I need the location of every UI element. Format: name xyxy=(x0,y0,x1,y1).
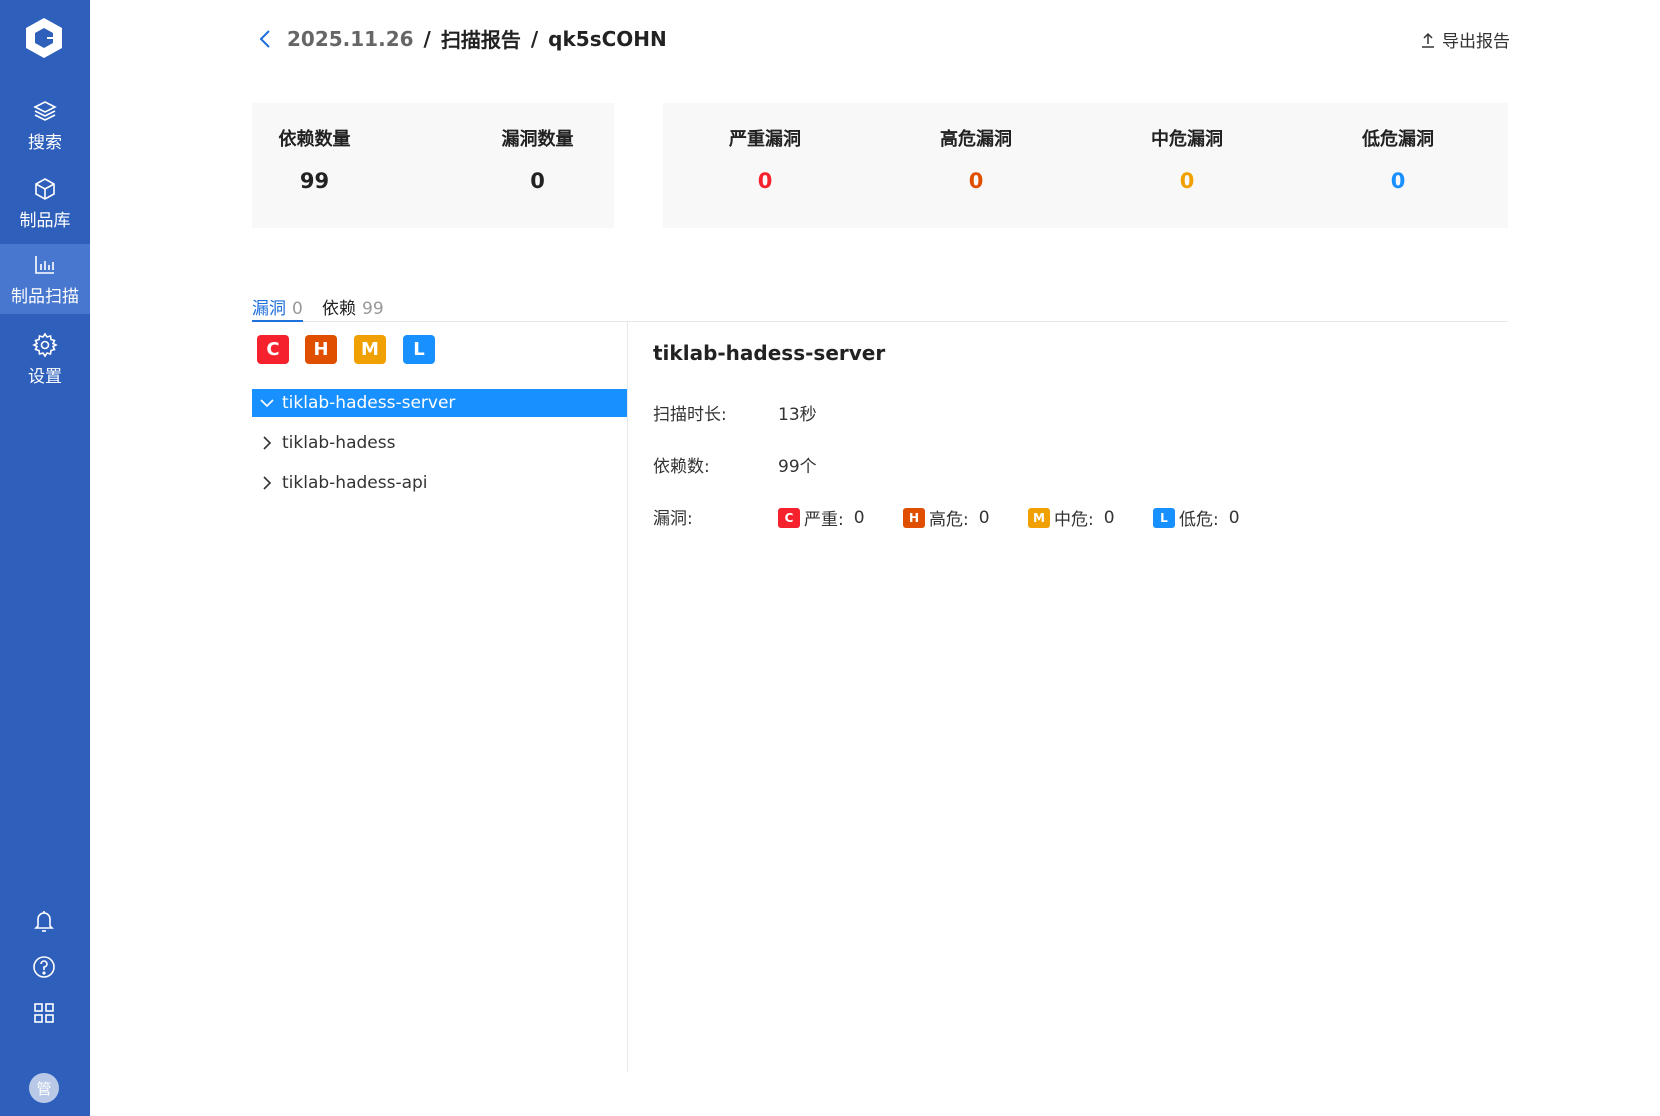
severity-badge: L xyxy=(1153,507,1175,528)
upload-icon xyxy=(1422,32,1434,48)
tab-count: 0 xyxy=(292,299,303,319)
filter-low-button[interactable]: L xyxy=(403,335,435,364)
help-icon[interactable] xyxy=(30,953,58,981)
tree-item-label: tiklab-hadess xyxy=(282,433,396,453)
breadcrumb-section[interactable]: 扫描报告 xyxy=(441,24,521,53)
breadcrumb: 2025.11.26 / 扫描报告 / qk5sCOHN xyxy=(255,24,667,53)
stat-label: 中危漏洞 xyxy=(1151,129,1223,150)
deps-label: 依赖数: xyxy=(653,457,710,477)
filter-high-button[interactable]: H xyxy=(305,335,337,364)
vuln-type-label: 中危: xyxy=(1054,510,1094,530)
cube-icon xyxy=(35,177,55,200)
deps-value: 99个 xyxy=(778,457,817,477)
stat-value: 0 xyxy=(968,169,984,193)
sidebar-item-label: 搜索 xyxy=(28,132,62,153)
severity-card: 严重漏洞 0 高危漏洞 0 中危漏洞 0 低危漏洞 0 xyxy=(663,103,1508,228)
tree-item[interactable]: tiklab-hadess xyxy=(252,429,627,457)
vuln-type-label: 低危: xyxy=(1179,510,1219,530)
filter-medium-button[interactable]: M xyxy=(354,335,386,364)
duration-label: 扫描时长: xyxy=(653,405,727,425)
stat-value: 99 xyxy=(299,169,330,193)
vuln-label: 漏洞: xyxy=(653,509,693,529)
severity-badge: C xyxy=(778,507,800,528)
chevron-right-icon[interactable] xyxy=(261,475,273,491)
gear-icon xyxy=(32,332,58,357)
panel-divider xyxy=(627,322,628,1072)
breadcrumb-separator: / xyxy=(423,26,431,51)
vuln-high: H 高危: 0 xyxy=(903,505,990,530)
breadcrumb-date[interactable]: 2025.11.26 xyxy=(287,27,414,51)
vuln-low: L 低危: 0 xyxy=(1153,505,1240,530)
vuln-type-label: 严重: xyxy=(804,510,844,530)
stat-high: 高危漏洞 0 xyxy=(937,125,1015,193)
sidebar-item-artifact-scan[interactable]: 制品扫描 xyxy=(0,244,90,314)
export-label: 导出报告 xyxy=(1442,32,1510,52)
tree-item-label: tiklab-hadess-api xyxy=(282,473,428,493)
tree-item[interactable]: tiklab-hadess-server xyxy=(252,389,627,417)
stat-critical: 严重漏洞 0 xyxy=(726,125,804,193)
stat-label: 依赖数量 xyxy=(278,129,351,150)
vuln-count: 0 xyxy=(853,507,865,528)
severity-badge: H xyxy=(903,507,925,528)
vuln-type-label: 高危: xyxy=(929,510,969,530)
stat-label: 低危漏洞 xyxy=(1362,129,1434,150)
tab-count: 99 xyxy=(362,299,384,319)
duration-value: 13秒 xyxy=(778,405,817,425)
stat-value: 0 xyxy=(757,169,773,193)
chevron-right-icon[interactable] xyxy=(261,435,273,451)
filter-critical-button[interactable]: C xyxy=(257,335,289,364)
tab-label: 依赖 xyxy=(322,299,356,319)
tab-vulnerabilities[interactable]: 漏洞 0 xyxy=(252,294,303,322)
stat-dependencies: 依赖数量 99 xyxy=(277,125,352,193)
sidebar-item-settings[interactable]: 设置 xyxy=(0,324,90,394)
stat-value: 0 xyxy=(530,169,545,193)
sidebar-item-artifact-repo[interactable]: 制品库 xyxy=(0,168,90,238)
sidebar-item-search[interactable]: 搜索 xyxy=(0,90,90,160)
vuln-count: 0 xyxy=(1228,507,1240,528)
export-report-button[interactable]: 导出报告 xyxy=(1420,27,1510,52)
avatar[interactable]: 管 xyxy=(29,1073,59,1103)
bar-chart-icon xyxy=(35,255,54,274)
app-logo[interactable] xyxy=(22,16,66,60)
vuln-count: 0 xyxy=(978,507,990,528)
sidebar: 搜索 制品库 制品扫描 设置 管 xyxy=(0,0,90,1116)
tree-item-label: tiklab-hadess-server xyxy=(282,393,456,413)
summary-card: 依赖数量 99 漏洞数量 0 xyxy=(252,103,614,228)
stat-vulnerabilities: 漏洞数量 0 xyxy=(500,125,575,193)
bell-icon[interactable] xyxy=(30,907,58,935)
vuln-medium: M 中危: 0 xyxy=(1028,505,1115,530)
back-arrow-icon[interactable] xyxy=(255,27,275,51)
tab-label: 漏洞 xyxy=(252,299,286,319)
severity-badge: M xyxy=(1028,507,1050,528)
vuln-critical: C 严重: 0 xyxy=(778,505,865,530)
breadcrumb-separator: / xyxy=(530,26,539,51)
stat-medium: 中危漏洞 0 xyxy=(1148,125,1226,193)
stat-label: 高危漏洞 xyxy=(940,129,1012,150)
layers-icon xyxy=(33,100,57,121)
sidebar-item-label: 制品扫描 xyxy=(11,286,79,307)
stat-value: 0 xyxy=(1390,169,1406,193)
apps-grid-icon[interactable] xyxy=(30,999,58,1027)
stat-label: 漏洞数量 xyxy=(501,129,574,150)
stat-label: 严重漏洞 xyxy=(729,129,801,150)
tree-item[interactable]: tiklab-hadess-api xyxy=(252,469,627,497)
sidebar-item-label: 设置 xyxy=(28,366,62,387)
stat-low: 低危漏洞 0 xyxy=(1359,125,1437,193)
tab-bar: 漏洞 0 依赖 99 xyxy=(252,294,1508,322)
detail-title: tiklab-hadess-server xyxy=(653,341,886,365)
tab-dependencies[interactable]: 依赖 99 xyxy=(322,294,384,322)
sidebar-item-label: 制品库 xyxy=(19,210,71,231)
chevron-down-icon[interactable] xyxy=(259,397,275,409)
page-title: qk5sCOHN xyxy=(548,26,667,51)
stat-value: 0 xyxy=(1179,169,1195,193)
vuln-count: 0 xyxy=(1103,507,1115,528)
